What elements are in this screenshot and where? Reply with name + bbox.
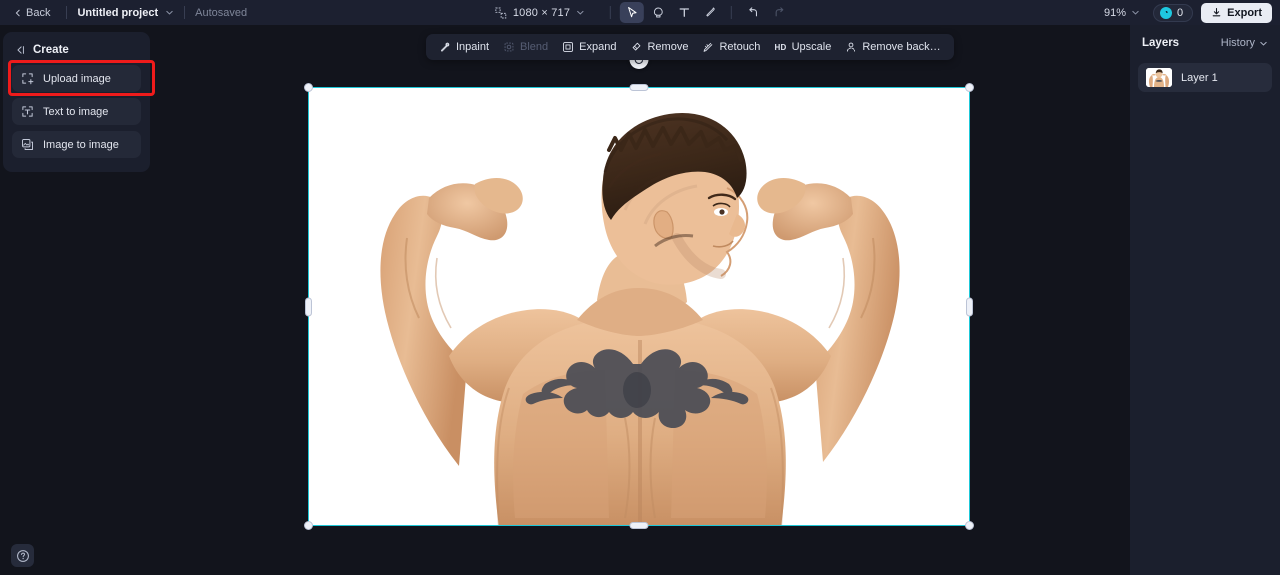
hd-icon: HD — [774, 42, 787, 52]
select-tool[interactable] — [620, 2, 645, 23]
credits-count: 0 — [1177, 6, 1184, 19]
remove-label: Remove — [647, 41, 689, 53]
retouch-button[interactable]: Retouch — [695, 38, 767, 56]
shape-tool[interactable] — [646, 2, 670, 23]
canvas-size-control[interactable]: 1080 × 717 — [489, 4, 591, 22]
top-bar-left: Back Untitled project Autosaved — [0, 4, 247, 22]
divider — [610, 6, 612, 19]
divider — [731, 6, 733, 19]
upload-image-label: Upload image — [43, 72, 111, 85]
layer-name: Layer 1 — [1181, 71, 1218, 84]
magic-wand-icon — [439, 41, 451, 53]
resize-handle-bottom[interactable] — [629, 522, 649, 529]
image-to-image-label: Image to image — [43, 138, 119, 151]
upscale-button[interactable]: HD Upscale — [767, 38, 838, 56]
text-to-image-button[interactable]: Text to image — [12, 98, 141, 125]
canvas-area[interactable]: Inpaint Blend Expand Remove Retouch HD U… — [150, 25, 1130, 575]
text-tool[interactable] — [672, 2, 696, 23]
layer-row[interactable]: Layer 1 — [1138, 63, 1272, 92]
zoom-level-label: 91% — [1104, 6, 1127, 19]
undo-button[interactable] — [741, 2, 765, 23]
layers-title: Layers — [1142, 37, 1180, 49]
layer-thumbnail-image — [1146, 68, 1172, 87]
layer-thumbnail — [1146, 68, 1172, 87]
back-button[interactable]: Back — [8, 4, 56, 22]
back-label: Back — [26, 6, 51, 19]
credit-coin-icon: ◔ — [1160, 6, 1173, 19]
remove-background-button[interactable]: Remove back… — [838, 38, 947, 56]
image-to-image-icon — [21, 138, 34, 151]
upload-image-button[interactable]: Upload image — [12, 65, 141, 92]
text-to-image-label: Text to image — [43, 105, 109, 118]
resize-handle-top-right[interactable] — [965, 83, 974, 92]
export-label: Export — [1227, 6, 1262, 19]
inpaint-button[interactable]: Inpaint — [432, 38, 496, 56]
export-button[interactable]: Export — [1201, 2, 1272, 23]
create-panel-title: Create — [33, 44, 69, 56]
upscale-label: Upscale — [791, 41, 832, 53]
text-to-image-icon — [21, 105, 34, 118]
history-label: History — [1220, 37, 1255, 49]
brush-tool[interactable] — [698, 2, 722, 23]
chevron-left-icon — [14, 9, 22, 17]
resize-handle-right[interactable] — [966, 297, 973, 316]
blend-label: Blend — [520, 41, 549, 53]
selection-frame[interactable] — [304, 50, 974, 530]
resize-handle-bottom-right[interactable] — [965, 521, 974, 530]
resize-handle-top[interactable] — [629, 84, 649, 91]
divider — [184, 6, 186, 19]
upload-image-icon — [21, 72, 34, 85]
layers-panel: Layers History Layer 1 — [1130, 25, 1280, 575]
blend-button: Blend — [496, 38, 555, 56]
remove-background-icon — [845, 41, 857, 53]
credits-badge[interactable]: ◔ 0 — [1153, 3, 1194, 22]
image-to-image-button[interactable]: Image to image — [12, 131, 141, 158]
expand-label: Expand — [579, 41, 617, 53]
resize-handle-top-left[interactable] — [304, 83, 313, 92]
retouch-icon — [702, 41, 714, 53]
collapse-panel-icon[interactable] — [14, 44, 26, 56]
chevron-down-icon — [1259, 39, 1268, 48]
create-panel: Create Upload image Text to image Image … — [3, 32, 155, 172]
edit-tools-toolbar: Inpaint Blend Expand Remove Retouch HD U… — [426, 34, 954, 60]
help-button[interactable] — [11, 544, 34, 567]
top-bar-right: 91% ◔ 0 Export — [1099, 0, 1272, 25]
upload-image-wrapper: Upload image — [8, 60, 155, 96]
layers-panel-header: Layers History — [1130, 25, 1280, 59]
inpaint-label: Inpaint — [456, 41, 490, 53]
resize-handle-left[interactable] — [305, 297, 312, 316]
eraser-icon — [630, 41, 642, 53]
image-editor-app: Back Untitled project Autosaved 1080 × 7… — [0, 0, 1280, 575]
bodybuilder-illustration — [309, 88, 969, 525]
resize-canvas-icon — [495, 7, 507, 19]
chevron-down-icon — [1131, 8, 1140, 17]
blend-icon — [503, 41, 515, 53]
resize-handle-bottom-left[interactable] — [304, 521, 313, 530]
canvas-image[interactable] — [309, 88, 969, 525]
history-dropdown[interactable]: History — [1221, 37, 1268, 49]
top-bar: Back Untitled project Autosaved 1080 × 7… — [0, 0, 1280, 25]
help-icon — [16, 549, 29, 562]
tool-group — [603, 2, 791, 23]
project-name[interactable]: Untitled project — [77, 7, 158, 19]
top-bar-center: 1080 × 717 — [489, 2, 791, 23]
expand-button[interactable]: Expand — [555, 38, 623, 56]
redo-button — [767, 2, 791, 23]
download-icon — [1211, 7, 1222, 18]
chevron-down-icon — [576, 8, 585, 17]
divider — [66, 6, 68, 19]
zoom-control[interactable]: 91% — [1099, 4, 1145, 22]
layers-list: Layer 1 — [1130, 59, 1280, 96]
remove-button[interactable]: Remove — [623, 38, 695, 56]
remove-background-label: Remove back… — [862, 41, 941, 53]
autosave-status: Autosaved — [195, 6, 248, 19]
create-panel-header: Create — [8, 38, 145, 65]
chevron-down-icon[interactable] — [165, 8, 174, 17]
canvas-size-label: 1080 × 717 — [512, 6, 571, 19]
expand-icon — [562, 41, 574, 53]
retouch-label: Retouch — [719, 41, 761, 53]
